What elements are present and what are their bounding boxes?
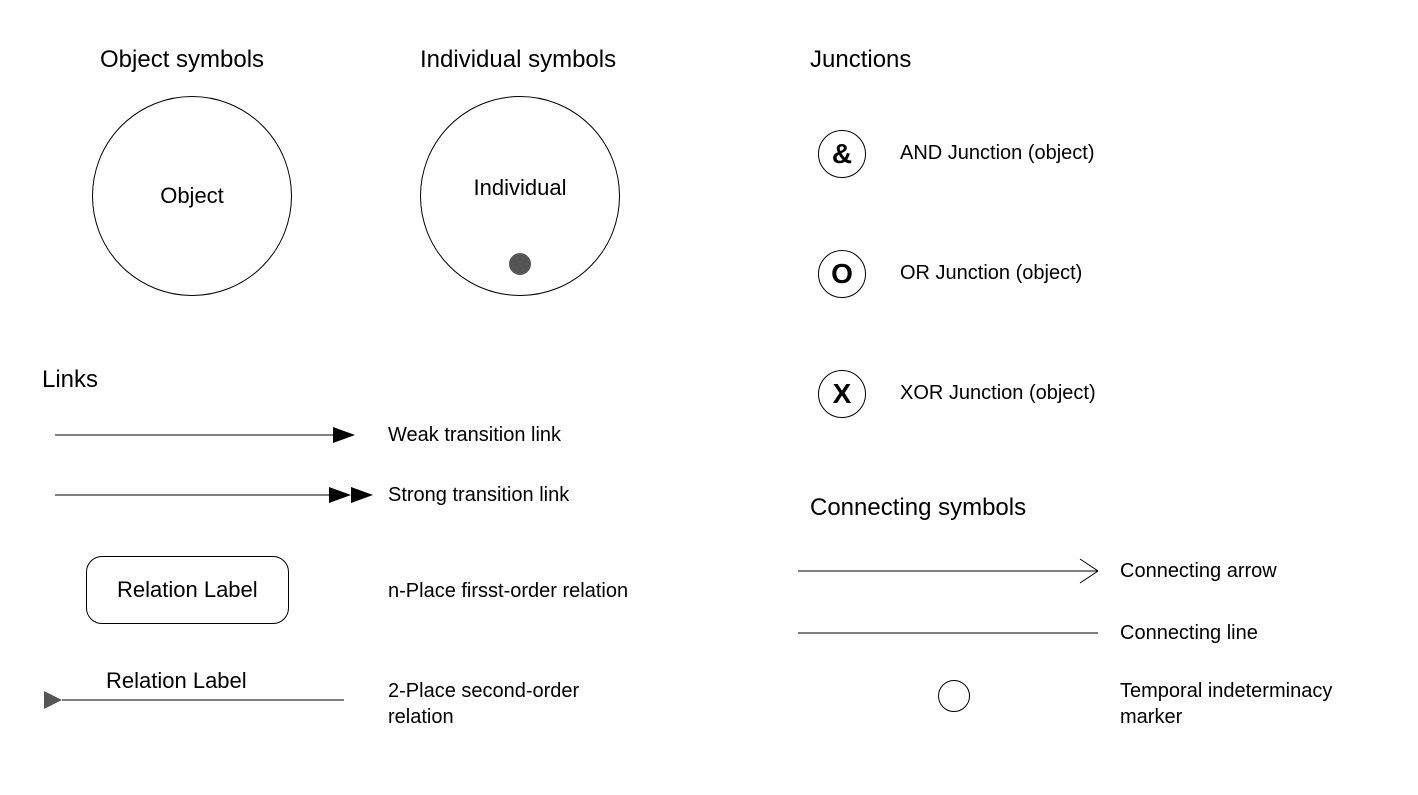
relation-label-1: Relation Label [117, 577, 258, 603]
temporal-marker-label-bottom: marker [1120, 706, 1182, 729]
xor-junction-label: XOR Junction (object) [900, 382, 1096, 405]
object-symbol-icon: Object [92, 96, 292, 296]
or-junction-icon: O [818, 250, 866, 298]
temporal-marker-icon [938, 680, 970, 712]
heading-junctions: Junctions [810, 46, 911, 74]
connecting-line-icon [798, 628, 1098, 638]
xor-junction-glyph: X [833, 378, 852, 410]
n-place-relation-icon: Relation Label [86, 556, 289, 624]
and-junction-label: AND Junction (object) [900, 142, 1095, 165]
individual-symbol-label: Individual [474, 175, 567, 201]
connecting-arrow-label: Connecting arrow [1120, 560, 1277, 583]
and-junction-icon: & [818, 130, 866, 178]
weak-transition-label: Weak transition link [388, 424, 561, 447]
heading-links: Links [42, 366, 98, 394]
n-place-relation-label: n-Place firsst-order relation [388, 580, 628, 603]
strong-transition-arrow-icon [55, 480, 375, 510]
temporal-marker-label-top: Temporal indeterminacy [1120, 680, 1332, 703]
connecting-arrow-icon [798, 556, 1098, 586]
two-place-relation-label-bottom: relation [388, 706, 454, 729]
xor-junction-icon: X [818, 370, 866, 418]
and-junction-glyph: & [832, 138, 852, 170]
heading-connecting-symbols: Connecting symbols [810, 494, 1026, 522]
weak-transition-arrow-icon [55, 420, 355, 450]
heading-individual-symbols: Individual symbols [420, 46, 616, 74]
or-junction-glyph: O [831, 258, 853, 290]
or-junction-label: OR Junction (object) [900, 262, 1082, 285]
relation-label-2: Relation Label [106, 668, 247, 694]
strong-transition-label: Strong transition link [388, 484, 569, 507]
two-place-relation-label-top: 2-Place second-order [388, 680, 579, 703]
connecting-line-label: Connecting line [1120, 622, 1258, 645]
object-symbol-label: Object [160, 183, 224, 209]
individual-dot-icon [509, 253, 531, 275]
heading-object-symbols: Object symbols [100, 46, 264, 74]
